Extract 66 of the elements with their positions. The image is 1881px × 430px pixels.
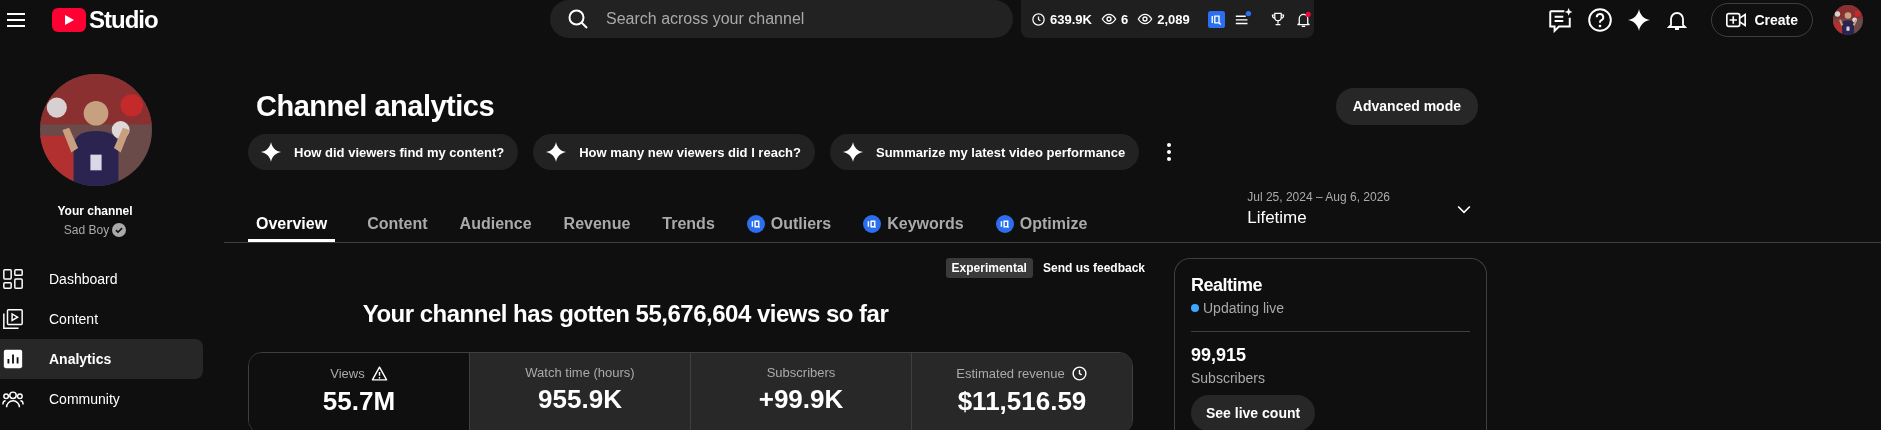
date-range-picker[interactable]: Jul 25, 2024 – Aug 6, 2026 Lifetime [1247, 190, 1478, 242]
channel-name: Sad Boy [63, 223, 110, 237]
metric-label: Views [330, 366, 365, 381]
tab[interactable]: Content [359, 208, 442, 242]
tab[interactable]: Optimize [987, 208, 1102, 242]
metric-value: 955.9K [538, 384, 622, 415]
play-logo-icon [52, 8, 86, 32]
tab[interactable]: Revenue [555, 208, 645, 242]
metric-label: Subscribers [766, 365, 836, 380]
people-icon [2, 388, 24, 410]
metric-label: Estimated revenue [956, 366, 1065, 381]
sparkle-icon [545, 141, 568, 163]
logo-text[interactable]: Studio [89, 6, 158, 34]
nav-item[interactable]: Dashboard [0, 259, 203, 299]
trophy-icon[interactable] [1269, 11, 1286, 27]
eye-icon [1137, 11, 1154, 27]
dashboard-icon [2, 268, 24, 290]
tab[interactable]: Audience [451, 208, 546, 242]
more-icon[interactable] [1166, 142, 1173, 162]
page-title: Channel analytics [256, 89, 495, 123]
sparkle-icon [842, 141, 864, 163]
prompt-chip[interactable]: How many new viewers did I reach? [533, 134, 815, 170]
count-label: Subscribers [1191, 370, 1266, 386]
headline: Your channel has gotten 55,676,604 views so far [361, 300, 890, 328]
metric-tab[interactable]: Subscribers +99.9K [690, 353, 911, 430]
tab[interactable]: Keywords [855, 208, 978, 242]
nav-item[interactable]: Community [0, 379, 203, 419]
prompt-chip[interactable]: Summarize my latest video performance [830, 134, 1140, 170]
nav-item[interactable]: Analytics [0, 339, 203, 379]
metric-value: +99.9K [758, 384, 844, 415]
clock-icon [1070, 365, 1088, 382]
metric-value: 55.7M [322, 386, 396, 417]
tab[interactable]: Outliers [738, 208, 846, 242]
search-field[interactable]: Search across your channel [550, 0, 1013, 38]
experimental-tag: Experimental [945, 258, 1033, 278]
card-title: Realtime [1191, 275, 1264, 296]
eye-icon [1100, 11, 1117, 27]
prompt-chip[interactable]: How did viewers find my content? [248, 134, 519, 170]
sparkle-icon [260, 141, 282, 163]
extension-icon [995, 214, 1014, 233]
metric-tab[interactable]: Estimated revenue $11,516.59 [911, 353, 1132, 430]
tab[interactable]: Trends [654, 208, 729, 242]
help-icon[interactable] [1587, 7, 1614, 33]
advanced-mode-button[interactable]: Advanced mode [1335, 87, 1478, 125]
clock-icon [1031, 11, 1046, 27]
metric-tab[interactable]: Watch time (hours) 955.9K [469, 353, 690, 430]
extension-icon [863, 214, 882, 233]
feedback-icon[interactable] [1547, 7, 1574, 33]
live-count-button[interactable]: See live count [1191, 395, 1316, 430]
feedback-link[interactable]: Send us feedback [1042, 261, 1145, 275]
bar-chart-icon [2, 348, 24, 370]
warning-icon [370, 365, 388, 382]
metric-value: $11,516.59 [957, 386, 1087, 417]
bell-icon[interactable] [1294, 10, 1312, 28]
stat-value: 6 [1120, 11, 1129, 27]
stat-value: 2,089 [1157, 11, 1190, 27]
status-text: Updating live [1203, 300, 1284, 316]
stat-value: 639.9K [1050, 11, 1092, 27]
channel-label: Your channel [56, 204, 134, 218]
tab[interactable]: Overview [248, 208, 336, 242]
subscriber-count: 99,915 [1191, 345, 1248, 366]
metric-label: Watch time (hours) [525, 365, 635, 380]
extension-icon[interactable] [1207, 10, 1225, 28]
extension-icon [746, 214, 765, 233]
video-library-icon [2, 308, 24, 330]
nav-item[interactable]: Content [0, 299, 203, 339]
